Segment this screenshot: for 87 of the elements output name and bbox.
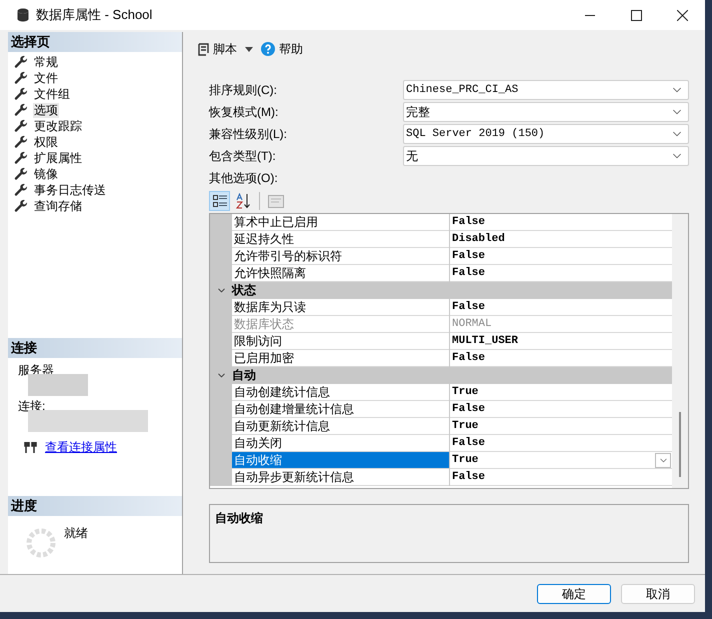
property-value: MULTI_USER — [451, 334, 520, 349]
property-value: False — [451, 402, 486, 417]
category-label: 状态 — [232, 282, 256, 299]
plug-icon — [24, 440, 37, 454]
dropdown-value: SQL Server 2019 (150) — [406, 126, 545, 142]
property-name[interactable]: 允许带引号的标识符 — [232, 248, 449, 265]
property-value: False — [451, 214, 486, 230]
property-name[interactable]: 延迟持久性 — [232, 231, 449, 248]
page-list-item[interactable]: 常规 — [33, 54, 59, 70]
dropdown[interactable]: 无 — [403, 146, 689, 166]
script-button[interactable]: 脚本 — [197, 40, 237, 58]
section-header: 进度 — [8, 496, 182, 516]
page-list-item[interactable]: 镜像 — [33, 166, 59, 182]
database-icon — [17, 8, 29, 22]
dropdown-value: 无 — [406, 148, 418, 165]
property-name[interactable]: 自动创建增量统计信息 — [232, 401, 449, 418]
wrench-icon — [14, 135, 28, 149]
property-value: True — [451, 418, 480, 434]
wrench-icon — [14, 87, 28, 101]
dropdown[interactable]: Chinese_PRC_CI_AS — [403, 80, 689, 100]
page-list-item[interactable]: 查询存储 — [33, 198, 83, 214]
property-name[interactable]: 限制访问 — [232, 333, 449, 350]
dialog-button[interactable]: 取消 — [621, 584, 695, 604]
property-value: NORMAL — [451, 316, 493, 332]
property-name[interactable]: 已启用加密 — [232, 350, 449, 367]
dropdown-value: Chinese_PRC_CI_AS — [406, 82, 518, 98]
property-value: False — [451, 266, 486, 281]
wrench-icon — [14, 199, 28, 213]
wrench-icon — [14, 167, 28, 181]
property-value: False — [451, 248, 486, 264]
section-header: 选择页 — [8, 32, 182, 52]
help-button[interactable]: 帮助 — [261, 40, 303, 58]
blurred-value — [28, 374, 88, 396]
connection-properties-link[interactable]: 查看连接属性 — [45, 438, 117, 456]
wrench-icon — [14, 183, 28, 197]
property-name[interactable]: 自动更新统计信息 — [232, 418, 449, 435]
page-list-item[interactable]: 更改跟踪 — [33, 118, 83, 134]
field-label: 兼容性级别(L): — [209, 126, 288, 143]
dropdown-button[interactable] — [655, 452, 671, 468]
wrench-icon — [14, 55, 28, 69]
field-label: 其他选项(O): — [209, 170, 279, 187]
property-name[interactable]: 自动关闭 — [232, 435, 449, 452]
dropdown-value: 完整 — [406, 104, 430, 121]
property-name[interactable]: 算术中止已启用 — [232, 214, 449, 231]
page-list-item[interactable]: 事务日志传送 — [33, 182, 107, 198]
dropdown[interactable]: 完整 — [403, 102, 689, 122]
category-label: 自动 — [232, 367, 256, 384]
scrollbar[interactable] — [672, 214, 688, 488]
property-value: False — [451, 350, 486, 366]
property-value: Disabled — [451, 232, 506, 247]
caret-icon — [245, 46, 253, 52]
field-label: 包含类型(T): — [209, 148, 277, 165]
dropdown[interactable]: SQL Server 2019 (150) — [403, 124, 689, 144]
property-value: True — [451, 384, 480, 400]
property-value: False — [451, 300, 486, 315]
wrench-icon — [14, 71, 28, 85]
property-name[interactable]: 自动异步更新统计信息 — [232, 469, 449, 486]
section-header: 连接 — [8, 338, 182, 358]
window-title: 数据库属性 - School — [36, 6, 152, 24]
scroll-icon — [197, 42, 209, 56]
wrench-icon — [14, 103, 28, 117]
spinner-icon — [26, 528, 56, 558]
close-icon — [676, 10, 688, 20]
property-name[interactable]: 允许快照隔离 — [232, 265, 449, 282]
property-value: False — [451, 436, 486, 451]
minimize-icon — [585, 14, 595, 16]
categorized-view-button[interactable] — [209, 191, 230, 211]
page-list-item[interactable]: 文件组 — [33, 86, 71, 102]
page-list-item[interactable]: 权限 — [33, 134, 59, 150]
wrench-icon — [14, 151, 28, 165]
description-title: 自动收缩 — [215, 511, 263, 525]
dialog-button[interactable]: 确定 — [537, 584, 611, 604]
help-icon — [261, 42, 275, 56]
field-label: 排序规则(C): — [209, 82, 278, 99]
property-name[interactable]: 数据库为只读 — [232, 299, 449, 316]
page-list-item[interactable]: 扩展属性 — [33, 150, 83, 166]
status-text: 就绪 — [64, 525, 88, 542]
maximize-icon — [630, 10, 642, 20]
scrollbar-thumb[interactable] — [679, 412, 681, 477]
page-list-item[interactable]: 文件 — [33, 70, 59, 86]
wrench-icon — [14, 119, 28, 133]
field-label: 恢复模式(M): — [209, 104, 280, 121]
page-list-item[interactable]: 选项 — [33, 102, 59, 118]
property-name[interactable]: 自动收缩 — [232, 452, 449, 469]
property-value: True — [451, 452, 480, 468]
property-value: False — [451, 470, 486, 485]
property-name[interactable]: 自动创建统计信息 — [232, 384, 449, 401]
